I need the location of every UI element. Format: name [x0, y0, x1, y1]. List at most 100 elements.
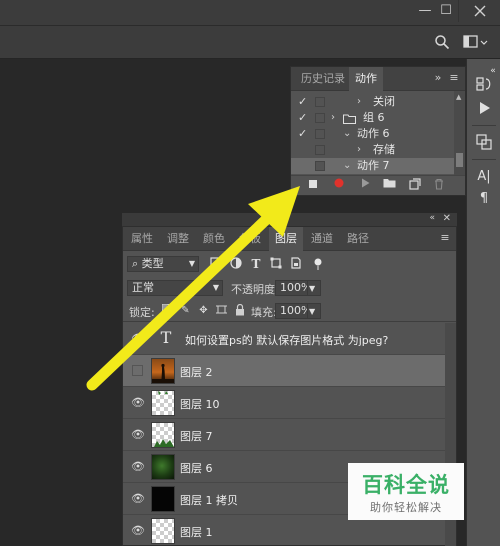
history-panel-icon[interactable]: [474, 75, 494, 95]
close-icon: [474, 5, 485, 17]
check-icon[interactable]: ✓: [298, 110, 310, 126]
layer-name: 图层 1: [180, 526, 213, 539]
tab-paths[interactable]: 路径: [341, 227, 375, 251]
dialog-toggle[interactable]: [315, 129, 325, 139]
lock-artboard-icon[interactable]: [215, 304, 228, 317]
lock-image-icon[interactable]: ✎: [179, 304, 192, 317]
tab-properties[interactable]: 属性: [125, 227, 159, 251]
blend-mode-select[interactable]: 正常 ▼: [127, 280, 223, 296]
dialog-toggle[interactable]: [315, 97, 325, 107]
dialog-toggle[interactable]: [315, 113, 325, 123]
panel-menu-icon[interactable]: ≡: [447, 71, 461, 85]
type-filter-icon[interactable]: T: [249, 257, 263, 271]
pixel-filter-icon[interactable]: [209, 257, 223, 271]
expand-arrow-icon[interactable]: ⌄: [343, 158, 351, 174]
check-icon[interactable]: ✓: [298, 126, 310, 142]
layer-row-selected[interactable]: 图层 2: [123, 355, 445, 387]
action-row[interactable]: › 存储: [291, 142, 454, 158]
scroll-up-icon[interactable]: ▲: [456, 93, 461, 101]
layer-row-text[interactable]: 👁 T 如何设置ps的 默认保存图片格式 为jpeg?: [123, 323, 445, 355]
layer-thumbnail: [151, 454, 175, 480]
eye-icon[interactable]: 👁: [131, 460, 145, 474]
layer-thumbnail: [151, 486, 175, 512]
opacity-dropdown[interactable]: ▼: [307, 280, 321, 296]
kind-filter-select[interactable]: ⌕ 类型 ▼: [127, 256, 199, 272]
dialog-toggle[interactable]: [315, 161, 325, 171]
layer-name: 图层 7: [180, 430, 213, 443]
close-button[interactable]: [458, 0, 500, 22]
panel-dock-strip: « A| ¶: [466, 59, 500, 546]
expand-arrow-icon[interactable]: ›: [357, 142, 361, 158]
check-icon[interactable]: ✓: [298, 94, 310, 110]
layer-name: 图层 6: [180, 462, 213, 475]
clone-source-icon[interactable]: [474, 133, 494, 153]
action-row[interactable]: ✓ ⌄ 动作 6: [291, 126, 454, 142]
new-set-button[interactable]: [381, 178, 397, 194]
tab-history[interactable]: 历史记录: [295, 67, 351, 91]
layer-name: 如何设置ps的 默认保存图片格式 为jpeg?: [185, 334, 389, 347]
layer-thumbnail: [151, 518, 175, 544]
layer-row[interactable]: 👁 图层 10: [123, 387, 445, 419]
action-label: 存储: [373, 143, 395, 156]
fill-dropdown[interactable]: ▼: [307, 303, 321, 319]
stop-button[interactable]: [305, 178, 321, 194]
fill-label: 填充:: [251, 306, 277, 319]
lock-label: 锁定:: [129, 306, 155, 319]
tab-swatches[interactable]: 色板: [233, 227, 267, 251]
layer-name: 图层 1 拷贝: [180, 494, 238, 507]
actions-panel: 历史记录 动作 » ≡ ✓ › 关闭 ✓ › 组 6 ✓ ⌄ 动作 6 › 存储…: [290, 66, 466, 196]
eye-icon[interactable]: 👁: [131, 396, 145, 410]
action-row[interactable]: ✓ › 关闭: [291, 94, 454, 110]
lock-position-icon[interactable]: ✥: [197, 304, 210, 317]
dialog-toggle[interactable]: [315, 145, 325, 155]
action-label: 组 6: [363, 111, 385, 124]
workspace-switcher-icon[interactable]: [462, 34, 490, 52]
search-icon[interactable]: [433, 34, 451, 52]
visibility-toggle[interactable]: [132, 365, 143, 376]
maximize-button[interactable]: ☐: [432, 0, 460, 22]
close-icon[interactable]: ✕: [443, 213, 451, 224]
layer-thumbnail: [151, 422, 175, 448]
expand-arrow-icon[interactable]: ›: [331, 110, 335, 126]
action-row[interactable]: ✓ › 组 6: [291, 110, 454, 126]
adjustment-filter-icon[interactable]: [229, 257, 243, 271]
tab-layers[interactable]: 图层: [269, 227, 303, 251]
watermark-logo: 百科全说 助你轻松解决: [348, 463, 464, 520]
expand-arrow-icon[interactable]: ›: [357, 94, 361, 110]
chevron-down-icon: ▼: [188, 259, 195, 268]
paragraph-panel-icon[interactable]: ¶: [474, 189, 494, 209]
collapse-panel-icon[interactable]: «: [429, 213, 435, 223]
eye-icon[interactable]: 👁: [131, 332, 145, 346]
tab-color[interactable]: 颜色: [197, 227, 231, 251]
chevron-down-icon: ▼: [212, 283, 219, 292]
smart-object-filter-icon[interactable]: [289, 257, 303, 271]
text-layer-icon: T: [160, 328, 172, 347]
play-button[interactable]: [357, 178, 373, 194]
character-panel-icon[interactable]: A|: [474, 167, 494, 187]
chevron-down-icon: ▼: [309, 307, 316, 316]
filter-toggle-icon[interactable]: [311, 257, 325, 271]
new-action-button[interactable]: [407, 178, 423, 194]
actions-panel-icon[interactable]: [474, 99, 494, 119]
action-label: 关闭: [373, 95, 395, 108]
action-row-selected[interactable]: ⌄ 动作 7: [291, 158, 454, 174]
eye-icon[interactable]: 👁: [131, 428, 145, 442]
layer-name: 图层 10: [180, 398, 220, 411]
tab-actions[interactable]: 动作: [349, 67, 383, 91]
panel-float-header[interactable]: « ✕: [122, 213, 457, 227]
lock-all-icon[interactable]: [233, 303, 246, 317]
expand-arrow-icon[interactable]: ⌄: [343, 126, 351, 142]
panel-menu-icon[interactable]: ≡: [438, 231, 452, 245]
delete-icon[interactable]: [431, 178, 447, 194]
collapse-panel-icon[interactable]: »: [431, 71, 445, 85]
lock-transparent-icon[interactable]: [161, 304, 174, 317]
eye-icon[interactable]: 👁: [131, 524, 145, 538]
tab-adjustments[interactable]: 调整: [161, 227, 195, 251]
record-button[interactable]: [331, 178, 347, 194]
tab-channels[interactable]: 通道: [305, 227, 339, 251]
actions-scrollbar[interactable]: ▲: [454, 91, 465, 175]
scrollbar-thumb[interactable]: [456, 153, 463, 167]
layer-row[interactable]: 👁 图层 7: [123, 419, 445, 451]
eye-icon[interactable]: 👁: [131, 492, 145, 506]
shape-filter-icon[interactable]: [269, 257, 283, 271]
